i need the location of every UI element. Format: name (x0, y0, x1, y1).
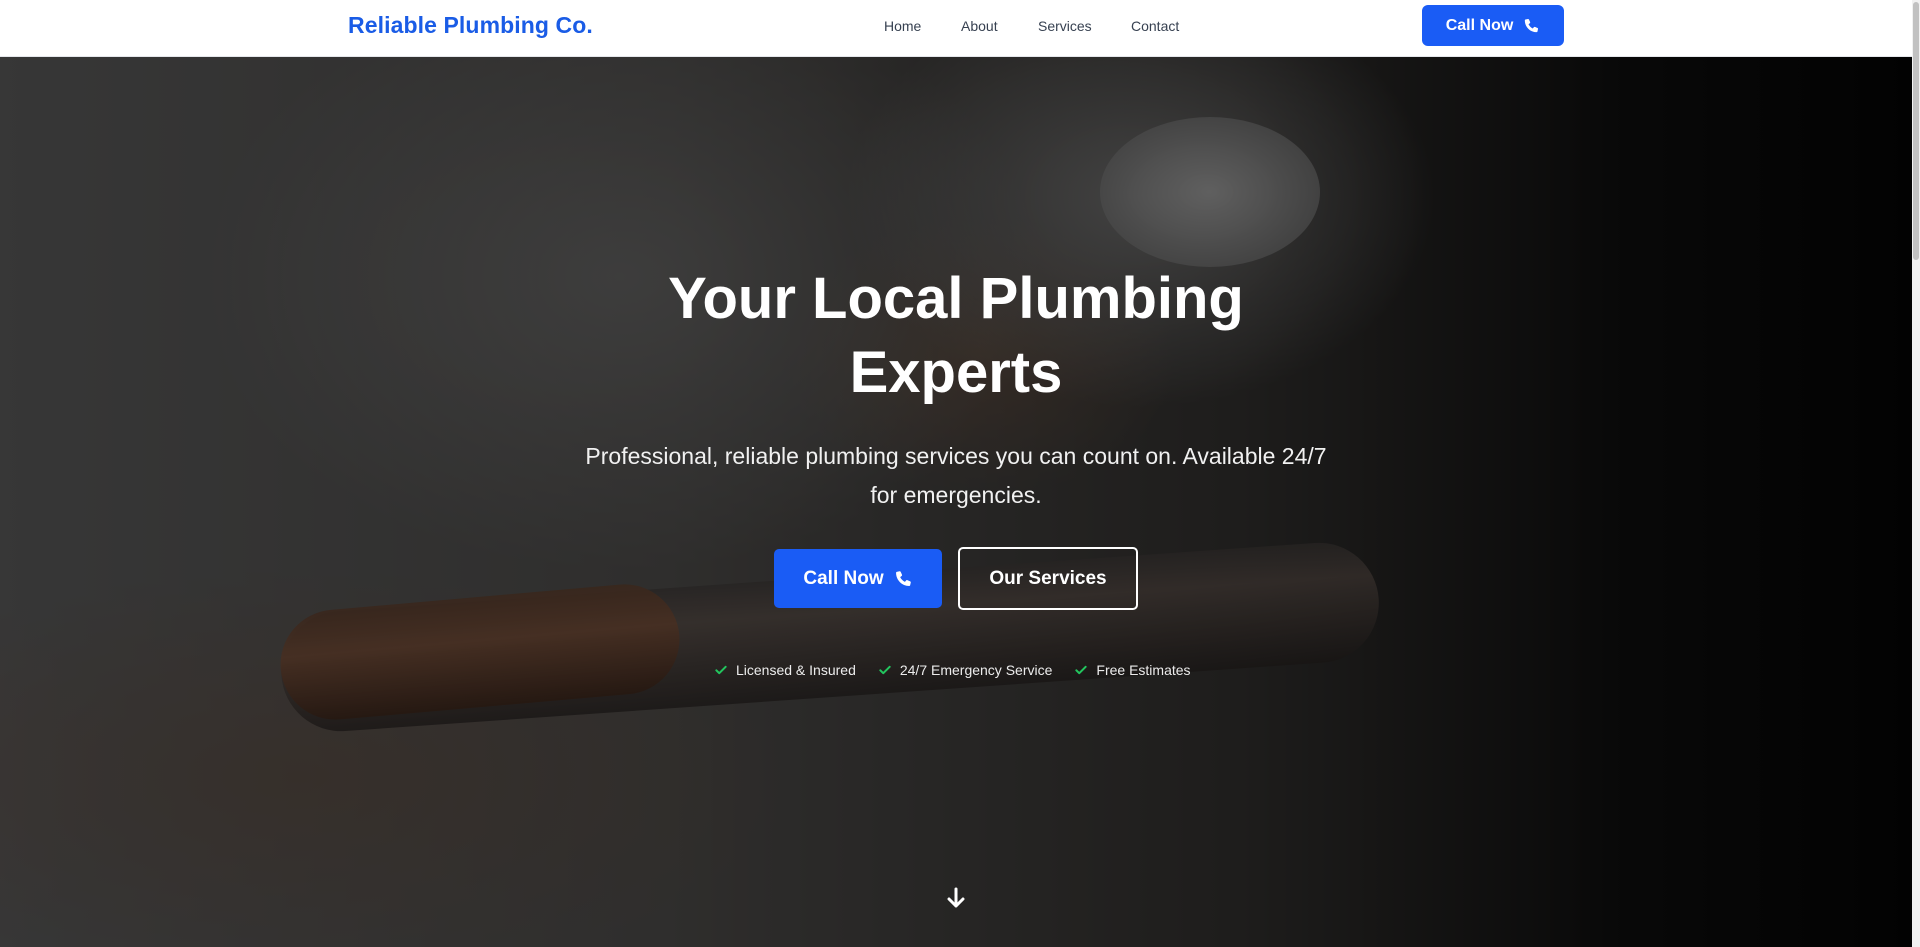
hero-title-line1: Your Local Plumbing (668, 266, 1244, 331)
nav-contact[interactable]: Contact (1131, 18, 1179, 34)
badge-emergency-label: 24/7 Emergency Service (899, 662, 1053, 678)
badge-estimates-label: Free Estimates (1096, 662, 1191, 678)
page-scrollbar[interactable] (1912, 0, 1920, 947)
header-call-now-button[interactable]: Call Now (1422, 5, 1564, 46)
nav-home[interactable]: Home (884, 18, 921, 34)
hero-call-now-button[interactable]: Call Now (774, 549, 942, 608)
badge-emergency: 24/7 Emergency Service (878, 662, 1053, 678)
phone-icon (895, 571, 911, 586)
hero-title: Your Local Plumbing Experts (600, 262, 1312, 410)
scrollbar-thumb[interactable] (1913, 2, 1919, 260)
our-services-button[interactable]: Our Services (958, 547, 1138, 610)
hero-title-line2: Experts (849, 340, 1063, 405)
arrow-down-icon[interactable] (946, 886, 966, 910)
site-header: Reliable Plumbing Co. Home About Service… (0, 0, 1920, 57)
phone-icon (1525, 18, 1539, 33)
trust-badges: Licensed & Insured 24/7 Emergency Servic… (714, 660, 1191, 680)
badge-licensed: Licensed & Insured (714, 662, 856, 678)
check-icon (1075, 665, 1088, 675)
nav-about[interactable]: About (961, 18, 998, 34)
header-call-now-label: Call Now (1445, 16, 1514, 34)
brand-logo-text[interactable]: Reliable Plumbing Co. (348, 12, 593, 39)
check-icon (715, 665, 727, 675)
check-icon (879, 665, 891, 675)
nav-services[interactable]: Services (1038, 18, 1092, 34)
badge-licensed-label: Licensed & Insured (736, 662, 856, 678)
hero-section: Your Local Plumbing Experts Professional… (0, 57, 1912, 947)
hero-subtitle: Professional, reliable plumbing services… (585, 443, 1327, 508)
hero-call-now-label: Call Now (803, 567, 884, 589)
badge-estimates: Free Estimates (1074, 662, 1191, 678)
